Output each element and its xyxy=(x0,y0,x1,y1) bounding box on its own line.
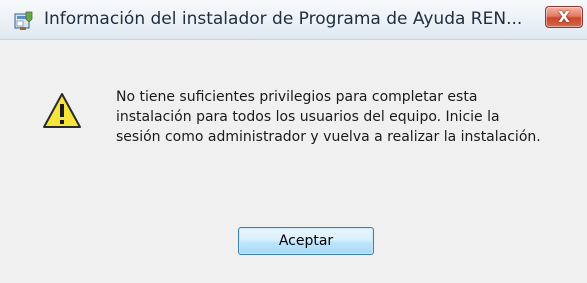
title-bar[interactable]: Información del instalador de Programa d… xyxy=(0,0,587,40)
close-icon: X xyxy=(558,8,570,26)
installer-dialog-window: Información del instalador de Programa d… xyxy=(0,0,587,283)
window-title: Información del instalador de Programa d… xyxy=(44,9,523,29)
installer-icon xyxy=(14,11,33,30)
warning-icon xyxy=(43,93,81,128)
close-button[interactable]: X xyxy=(545,6,583,28)
dialog-message: No tiene suficientes privilegios para co… xyxy=(116,89,541,145)
ok-button[interactable]: Aceptar xyxy=(238,227,374,255)
